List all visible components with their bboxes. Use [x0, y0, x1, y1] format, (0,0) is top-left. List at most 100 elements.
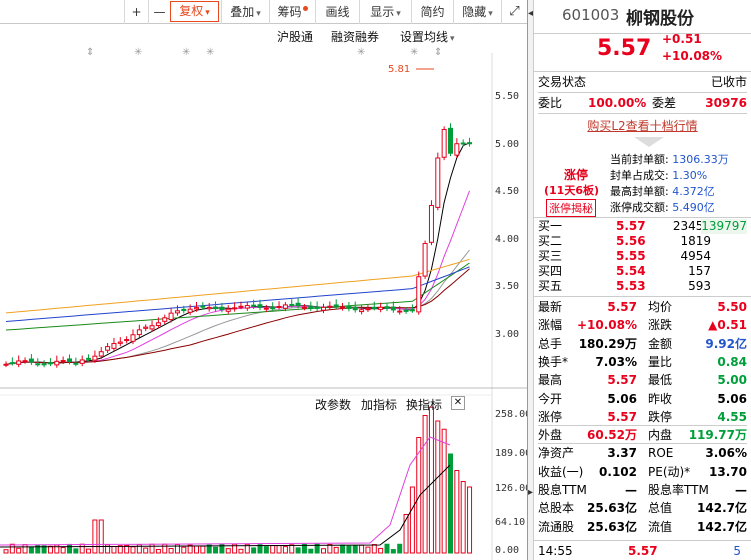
volume-bar [22, 544, 28, 554]
candle-body [295, 302, 301, 307]
candle-body [117, 341, 123, 344]
price-axis-tick: 3.50 [495, 281, 520, 292]
limit-up-badge: 涨停 [564, 168, 589, 182]
candle-body [378, 306, 384, 310]
adjust-label: 复权 [179, 4, 204, 18]
candle-body [460, 142, 466, 145]
candle-body [352, 306, 358, 311]
stat-row: 今开 5.06 昨收 5.06 [538, 390, 747, 408]
peak-price-label: 5.81 [388, 64, 410, 75]
chevron-right-icon: ▸ [528, 487, 534, 498]
volume-bar [79, 543, 85, 554]
stat-label: 跌停 [648, 409, 673, 424]
expand-arrow-icon[interactable] [634, 137, 664, 147]
zoom-in-button[interactable]: + [124, 0, 148, 24]
marker-icon: ✳ [134, 47, 142, 58]
stat-row: 流通股 25.63亿 流值 142.7亿 [538, 518, 747, 536]
volume-axis-tick: 126.00 [495, 483, 532, 494]
l2-link[interactable]: 购买L2查看十档行情 [538, 117, 747, 135]
volume-bar [130, 546, 136, 554]
change-params-button[interactable]: 改参数 [315, 396, 351, 413]
zoom-out-button[interactable]: — [148, 0, 170, 24]
simple-mode-button[interactable]: 简约 [411, 0, 453, 24]
stat-value: +10.08% [576, 318, 637, 333]
candle-body [54, 360, 60, 366]
marker-icon: ✳ [357, 47, 365, 58]
stat-label: 最高 [538, 373, 563, 388]
close-icon[interactable]: ✕ [451, 396, 465, 410]
commission-diff-label: 委差 [652, 96, 677, 110]
stat-value: 5.57 [607, 373, 637, 388]
volume-bar [409, 486, 415, 554]
stat-value: 3.37 [607, 446, 637, 461]
candle-body [416, 276, 422, 313]
candle-body [454, 143, 460, 156]
trade-status-value: 已收市 [710, 75, 747, 89]
stat-label: 均价 [648, 300, 673, 314]
fullscreen-icon[interactable]: ⤢ [501, 0, 527, 24]
adjust-price-dropdown[interactable]: 复权 ▾ [170, 1, 219, 22]
candle-body [435, 157, 441, 208]
switch-indicator-button[interactable]: 换指标 [406, 396, 442, 413]
marker-icon: ⇕ [434, 47, 442, 58]
price-axis-tick: 4.50 [495, 186, 520, 197]
candle-body [257, 304, 263, 308]
volume-bar [162, 543, 168, 554]
candle-body [441, 128, 447, 158]
volume-bar [308, 548, 314, 554]
volume-bar [60, 547, 66, 554]
stat-label: 涨停 [538, 409, 563, 424]
limit-up-stats: 当前封单额: 1306.33万 封单占成交: 1.30% 最高封单额: 4.37… [610, 152, 729, 216]
overlay-dropdown[interactable]: 叠加 ▾ [221, 0, 269, 24]
bid-row: 买一 5.57 23453 139797 [538, 219, 747, 234]
volume-axis-tick: 189.00 [495, 448, 532, 459]
stat-value: 5.50 [717, 300, 747, 314]
limit-up-reveal-button[interactable]: 涨停揭秘 [546, 199, 596, 217]
stat-value: 0.102 [599, 464, 637, 479]
candle-body [41, 363, 47, 366]
marker-icon: ✳ [410, 47, 418, 58]
bid-row: 买四 5.54 157 [538, 264, 711, 278]
stat-label: 昨收 [648, 391, 673, 406]
notification-dot-icon [302, 6, 308, 11]
stat-label: 总值 [648, 501, 673, 516]
price-axis-tick: 3.00 [495, 329, 520, 340]
candle-body [22, 360, 28, 363]
candle-body [155, 322, 161, 326]
candle-body [467, 142, 473, 145]
draw-line-button[interactable]: 画线 [315, 0, 359, 24]
hide-dropdown[interactable]: 隐藏 ▾ [453, 0, 501, 24]
volume-bar [321, 548, 326, 554]
volume-ma-line [0, 464, 451, 548]
last-price: 5.57 [597, 36, 652, 61]
stat-label: 股息率TTM [648, 483, 709, 497]
tick-price: 5.57 [628, 544, 658, 558]
add-indicator-button[interactable]: 加指标 [361, 396, 397, 413]
limit-up-streak: (11天6板) [544, 184, 600, 197]
candle-body [397, 310, 403, 313]
candle-body [308, 306, 314, 309]
stat-value: 5.06 [717, 391, 747, 406]
stat-label: 最低 [648, 373, 673, 388]
commission-diff-value: 30976 [705, 96, 747, 110]
stat-value: 180.29万 [578, 336, 637, 351]
candle-body [111, 343, 117, 349]
chips-button[interactable]: 筹码 [269, 0, 315, 24]
stat-value: 142.7亿 [697, 519, 747, 534]
volume-axis-tick: 0.00 [495, 545, 520, 556]
stock-header: 601003 柳钢股份 [534, 0, 751, 34]
volume-bar [359, 544, 365, 554]
stat-label: ROE [648, 446, 674, 461]
display-dropdown[interactable]: 显示 ▾ [359, 0, 411, 24]
stat-label: 金额 [648, 336, 673, 351]
candle-body [3, 363, 9, 366]
volume-bar [428, 406, 434, 554]
stat-row: 换手* 7.03% 量比 0.84 [538, 353, 747, 371]
candle-body [105, 346, 111, 351]
volume-axis-tick: 64.10 [495, 517, 526, 528]
volume-bar [270, 545, 276, 554]
volume-bar [238, 548, 244, 554]
volume-bar [111, 545, 117, 554]
kline-chart[interactable]: 沪股通 融资融券 设置均线 ▾ ⇕ ✳ ✳ ✳ ✳ ✳ ⇕ 5.81 5.50 5… [0, 25, 531, 560]
stat-row: 外盘 60.52万 内盘 119.77万 [538, 426, 747, 445]
